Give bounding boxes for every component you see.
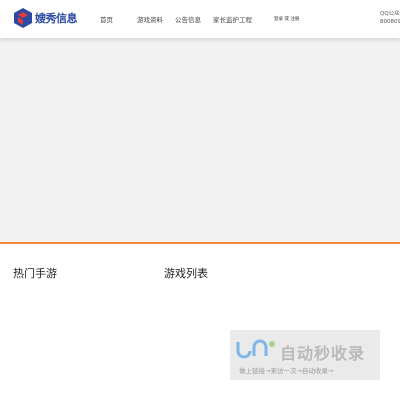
login-register-link[interactable]: 登录 或 注册	[274, 16, 299, 22]
watermark-main-text: 自动秒收录	[280, 344, 366, 363]
qq-label: QQ公众号	[380, 11, 400, 17]
nav-home[interactable]: 首页	[100, 14, 113, 24]
nav-announcements[interactable]: 公告信息	[175, 14, 201, 24]
nav-parental-control[interactable]: 家长监护工程	[213, 14, 252, 24]
game-list-title: 游戏列表	[164, 267, 208, 280]
site-logo[interactable]: 嫂秀信息	[14, 6, 78, 30]
watermark-sub-text: 做上链接→来访一次→自动收录→	[239, 367, 334, 375]
accent-divider	[0, 242, 400, 244]
watermark-badge[interactable]: 自动秒收录 做上链接→来访一次→自动收录→	[230, 330, 380, 380]
site-header: 嫂秀信息 首页 游戏资料 公告信息 家长监护工程 登录 或 注册 QQ公众号 8…	[0, 0, 400, 38]
logo-text: 嫂秀信息	[35, 12, 78, 25]
hot-games-title: 热门手游	[13, 267, 57, 280]
qq-number: 8008090	[380, 19, 400, 25]
nav-game-info[interactable]: 游戏资料	[137, 14, 163, 24]
qq-contact: QQ公众号 8008090	[380, 10, 400, 26]
banner-area	[0, 38, 400, 242]
watermark-logo-icon	[236, 339, 275, 359]
logo-icon	[14, 8, 32, 28]
